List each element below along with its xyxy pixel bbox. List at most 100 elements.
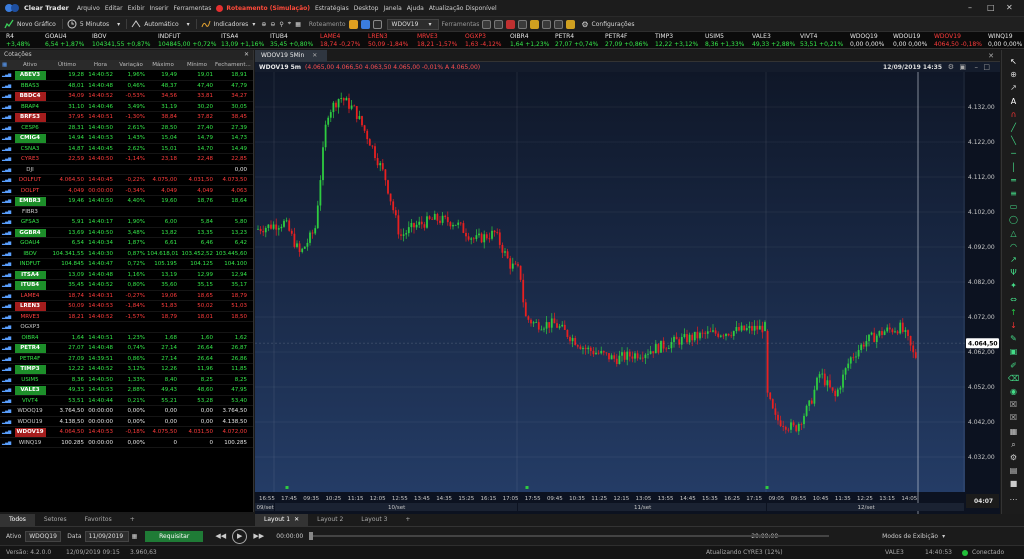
quote-symbol[interactable]: PETR4F	[20, 356, 41, 362]
vertical-line-icon[interactable]: │	[1008, 162, 1019, 173]
ellipse-icon[interactable]: ◯	[1008, 214, 1019, 225]
quote-row[interactable]: ▂▄▆ VALE3 49,33 14:40:53 2,88% 49,43 48,60 47,9…	[0, 385, 253, 396]
quote-symbol[interactable]: CESP6	[21, 125, 39, 131]
candlestick-chart[interactable]: 4.132,00 4.122,00 4.112,00 4.102,00 4.092,00…	[255, 72, 1000, 514]
auto-scale-dropdown[interactable]: Automático ▾	[131, 19, 190, 29]
col-hora[interactable]: Hora	[86, 60, 115, 70]
quote-symbol[interactable]: INDFUT	[20, 261, 41, 267]
buy-icon[interactable]	[348, 19, 358, 29]
quote-row[interactable]: ▂▄▆ BBDC4 34,09 14:40:52 -0,53% 34,56 33,81 34,…	[0, 91, 253, 102]
quote-row[interactable]: ▂▄▆ DJI 0,00	[0, 165, 253, 175]
quote-symbol[interactable]: ITSA4	[14, 270, 46, 279]
settings-button[interactable]: ⚙ Configurações	[581, 20, 634, 29]
pitchfork-icon[interactable]: Ψ	[1008, 267, 1019, 278]
display-modes-label[interactable]: Modos de Exibição	[882, 533, 938, 540]
quote-symbol[interactable]: CMIG4	[14, 134, 46, 143]
sell-icon[interactable]	[360, 19, 370, 29]
quote-symbol[interactable]: ITUB4	[14, 281, 46, 290]
grid-icon[interactable]: ▦	[1008, 426, 1019, 437]
channel-icon[interactable]: ═	[1008, 175, 1019, 186]
quote-symbol[interactable]: TIMP3	[14, 365, 46, 374]
tab-layout-3[interactable]: Layout 3	[352, 514, 396, 526]
quote-symbol[interactable]: WDOU19	[17, 419, 42, 425]
quote-symbol[interactable]: DOLPT	[21, 188, 39, 194]
close-icon[interactable]: ✕	[312, 52, 317, 59]
quote-row[interactable]: ▂▄▆ WDOV19 4.064,50 14:40:53 -0,18% 4.075,50 4…	[0, 427, 253, 438]
quote-symbol[interactable]: GGBR4	[14, 228, 46, 237]
ticker-item[interactable]: WDOV19 4064,50 -0,18%	[934, 33, 982, 48]
quote-symbol[interactable]: OGXP3	[20, 324, 39, 330]
pointer-icon[interactable]: ↖	[1008, 56, 1019, 67]
quote-row[interactable]: ▂▄▆ MRVE3 18,21 14:40:52 -1,57% 18,79 18,01 18,…	[0, 312, 253, 322]
measure-icon[interactable]: ⇔	[1008, 294, 1019, 305]
quote-symbol[interactable]: USIM5	[21, 377, 38, 383]
arrow-up-icon[interactable]: ↑	[1008, 307, 1019, 318]
quote-symbol[interactable]: BRAP4	[21, 104, 39, 110]
quote-row[interactable]: ▂▄▆ BRAP4 31,10 14:40:46 3,49% 31,19 30,20 30,0…	[0, 102, 253, 112]
ativo-input[interactable]: WDOQ19	[25, 530, 62, 542]
menu-exibir[interactable]: Exibir	[128, 5, 145, 12]
quote-symbol[interactable]: DJI	[26, 167, 33, 173]
quote-symbol[interactable]: LAME4	[21, 293, 40, 299]
indicators-dropdown[interactable]: Indicadores ▾	[201, 19, 255, 29]
forward-icon[interactable]: ▶▶	[251, 529, 266, 544]
tab-layout-1[interactable]: Layout 1 ✕	[255, 514, 309, 526]
col-minimo[interactable]: Mínimo	[179, 60, 215, 70]
ticker-item[interactable]: OIBR4 1,64 +1,23%	[510, 33, 549, 48]
quote-symbol[interactable]: DOLFUT	[19, 177, 41, 183]
magnifier-icon[interactable]: ⚲	[279, 21, 283, 28]
chart-pin-icon[interactable]: ▣	[959, 63, 966, 71]
tab-setores[interactable]: Setores	[35, 514, 76, 526]
col-maximo[interactable]: Máximo	[147, 60, 179, 70]
chart-minimize-icon[interactable]: –	[975, 63, 979, 71]
ticker-item[interactable]: IBOV 104341,55 +0,87%	[92, 33, 150, 48]
quote-symbol[interactable]: BRFS3	[14, 113, 46, 122]
order-icon[interactable]	[372, 19, 382, 29]
quote-symbol[interactable]: MRVE3	[20, 314, 39, 320]
replay-slider[interactable]	[309, 532, 830, 540]
close-window-icon[interactable]: ✕	[988, 52, 994, 60]
quote-row[interactable]: ▂▄▆ PETR4F 27,09 14:39:51 0,86% 27,14 26,64 26,…	[0, 354, 253, 364]
quote-symbol[interactable]: GOAU4	[20, 240, 40, 246]
ticker-item[interactable]: MRVE3 18,21 -1,57%	[417, 33, 457, 48]
replay-slider-handle[interactable]	[309, 532, 314, 540]
arc-icon[interactable]: ◠	[1008, 241, 1019, 252]
col-variacao[interactable]: Variação	[115, 60, 147, 70]
trend-icon[interactable]: ↗	[1008, 254, 1019, 265]
ticker-item[interactable]: LREN3 50,09 -1,84%	[368, 33, 408, 48]
quote-row[interactable]: ▂▄▆ GOAU4 6,54 14:40:34 1,87% 6,61 6,46 6,42	[0, 238, 253, 249]
maximize-icon[interactable]: □	[987, 3, 995, 12]
magnet-icon[interactable]: ∩	[1008, 109, 1019, 120]
quote-row[interactable]: ▂▄▆ FIBR3	[0, 207, 253, 217]
request-button[interactable]: Requisitar	[145, 530, 204, 542]
menu-janela[interactable]: Janela	[383, 5, 401, 12]
tool-clock-icon[interactable]	[542, 19, 552, 29]
quote-symbol[interactable]: EMBR3	[14, 197, 46, 206]
quote-symbol[interactable]: OIBR4	[21, 335, 38, 341]
menu-roteamento[interactable]: Roteamento (Simulação)	[226, 5, 310, 12]
ticker-item[interactable]: PETR4 27,07 +0,74%	[555, 33, 598, 48]
menu-arquivo[interactable]: Arquivo	[77, 5, 100, 12]
play-icon[interactable]: ▶	[232, 528, 248, 544]
quote-row[interactable]: ▂▄▆ VIVT4 53,51 14:40:44 0,21% 55,21 53,28 53,4…	[0, 396, 253, 406]
ticker-item[interactable]: OGXP3 1,63 -4,12%	[465, 33, 502, 48]
menu-estrategias[interactable]: Estratégias	[315, 5, 349, 12]
quote-symbol[interactable]: BBDC4	[14, 92, 46, 101]
quote-symbol[interactable]: WDOV19	[14, 428, 46, 437]
menu-ajuda[interactable]: Ajuda	[407, 5, 424, 12]
quote-symbol[interactable]: WINQ19	[19, 440, 42, 446]
quote-row[interactable]: ▂▄▆ BBAS3 48,01 14:40:48 0,46% 48,37 47,40 47,7…	[0, 81, 253, 91]
eraser-icon[interactable]: ⌫	[1008, 373, 1019, 384]
tool-bell-icon[interactable]	[530, 19, 540, 29]
ticker-item[interactable]: ITUB4 35,45 +0,80%	[270, 33, 313, 48]
text-icon[interactable]: A	[1008, 96, 1019, 107]
chart-settings-icon[interactable]: ⚙	[948, 63, 954, 71]
brush-icon[interactable]: ✐	[1008, 360, 1019, 371]
quote-row[interactable]: ▂▄▆ OGXP3	[0, 322, 253, 333]
ticker-item[interactable]: GOAU4 6,54 +1,87%	[45, 33, 84, 48]
quote-symbol[interactable]: BBAS3	[21, 83, 39, 89]
ticker-item[interactable]: WDOQ19 0,00 0,00%	[850, 33, 884, 48]
tool-person-icon[interactable]	[554, 19, 564, 29]
quote-row[interactable]: ▂▄▆ CYRE3 22,59 14:40:50 -1,14% 23,18 22,48 22,…	[0, 154, 253, 165]
crosshair-icon[interactable]: ⊕	[1008, 69, 1019, 80]
